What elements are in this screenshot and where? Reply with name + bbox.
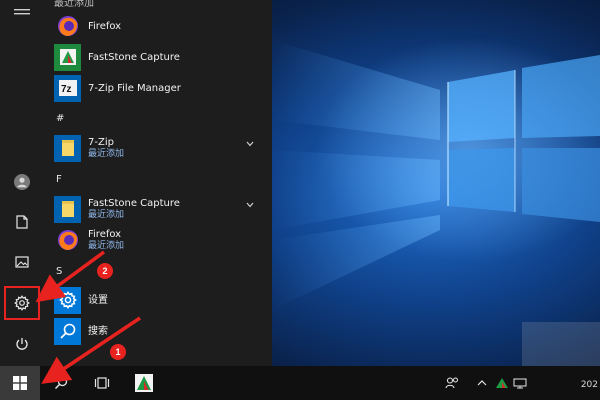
app-item-7zip-file-manager[interactable]: 7z 7-Zip File Manager [54,72,264,104]
app-item-faststone-capture[interactable]: FastStone Capture [54,41,264,73]
task-view-icon [94,377,110,389]
settings-highlight-box [4,286,40,320]
search-tile-icon [54,317,81,345]
chevron-down-icon [246,202,254,208]
svg-text:7z: 7z [61,84,72,95]
documents-button[interactable] [2,205,42,239]
app-name: FastStone Capture [88,51,180,63]
firefox-icon [54,12,81,40]
app-item-firefox-recent[interactable]: Firefox 最近添加 [54,224,264,256]
folder-icon [54,195,81,223]
app-subtitle: 最近添加 [88,149,125,159]
app-name: 7-Zip File Manager [88,82,181,94]
network-icon [513,378,527,389]
app-subtitle: 最近添加 [88,241,125,251]
document-icon [16,215,28,229]
app-name: 搜索 [88,325,108,337]
people-icon [445,377,458,389]
app-name: 设置 [88,294,108,306]
group-letter-s[interactable]: S [56,266,62,277]
section-recently-added: 最近添加 [54,0,94,9]
settings-tile-icon [54,286,81,314]
tray-faststone[interactable] [494,366,510,400]
firefox-icon [54,226,81,254]
group-letter-f[interactable]: F [56,174,62,185]
start-menu: 最近添加 Firefox FastStone Capture 7z 7-Zip … [0,0,272,366]
blur-overlay [522,322,600,366]
start-menu-rail [0,0,44,366]
app-name: FastStone Capture [88,198,180,209]
user-icon [14,174,30,190]
hamburger-icon[interactable] [14,0,30,19]
faststone-icon [54,43,81,71]
app-item-faststone-folder[interactable]: FastStone Capture 最近添加 [54,193,264,225]
app-name: Firefox [88,229,122,240]
faststone-icon [135,374,153,392]
taskbar-clock[interactable]: 202 [581,380,598,390]
taskbar-faststone-app[interactable] [126,366,162,400]
taskbar-search-button[interactable] [43,366,79,400]
app-subtitle: 最近添加 [88,210,125,220]
start-button[interactable] [0,366,40,400]
app-item-settings[interactable]: 设置 [54,284,264,316]
chevron-down-icon [246,141,254,147]
tray-overflow-button[interactable] [474,366,490,400]
faststone-tray-icon [496,378,508,388]
app-item-7zip-folder[interactable]: 7-Zip 最近添加 [54,132,264,164]
tray-network[interactable] [512,366,528,400]
app-item-search[interactable]: 搜索 [54,315,264,347]
7zip-icon: 7z [54,74,81,102]
power-icon [16,338,28,350]
user-avatar-button[interactable] [2,165,42,199]
windows-logo-icon [13,376,27,390]
search-icon [54,376,68,390]
pictures-button[interactable] [2,245,42,279]
app-name: Firefox [88,20,122,32]
app-item-firefox[interactable]: Firefox [54,10,264,42]
taskbar: 202 [0,366,600,400]
chevron-up-icon [477,380,487,386]
folder-icon [54,134,81,162]
power-button[interactable] [2,327,42,361]
pictures-icon [15,256,29,268]
app-name: 7-Zip [88,137,114,148]
tray-people-button[interactable] [442,366,462,400]
task-view-button[interactable] [84,366,120,400]
group-letter-hash[interactable]: # [56,113,64,124]
app-list: 最近添加 Firefox FastStone Capture 7z 7-Zip … [48,0,270,366]
